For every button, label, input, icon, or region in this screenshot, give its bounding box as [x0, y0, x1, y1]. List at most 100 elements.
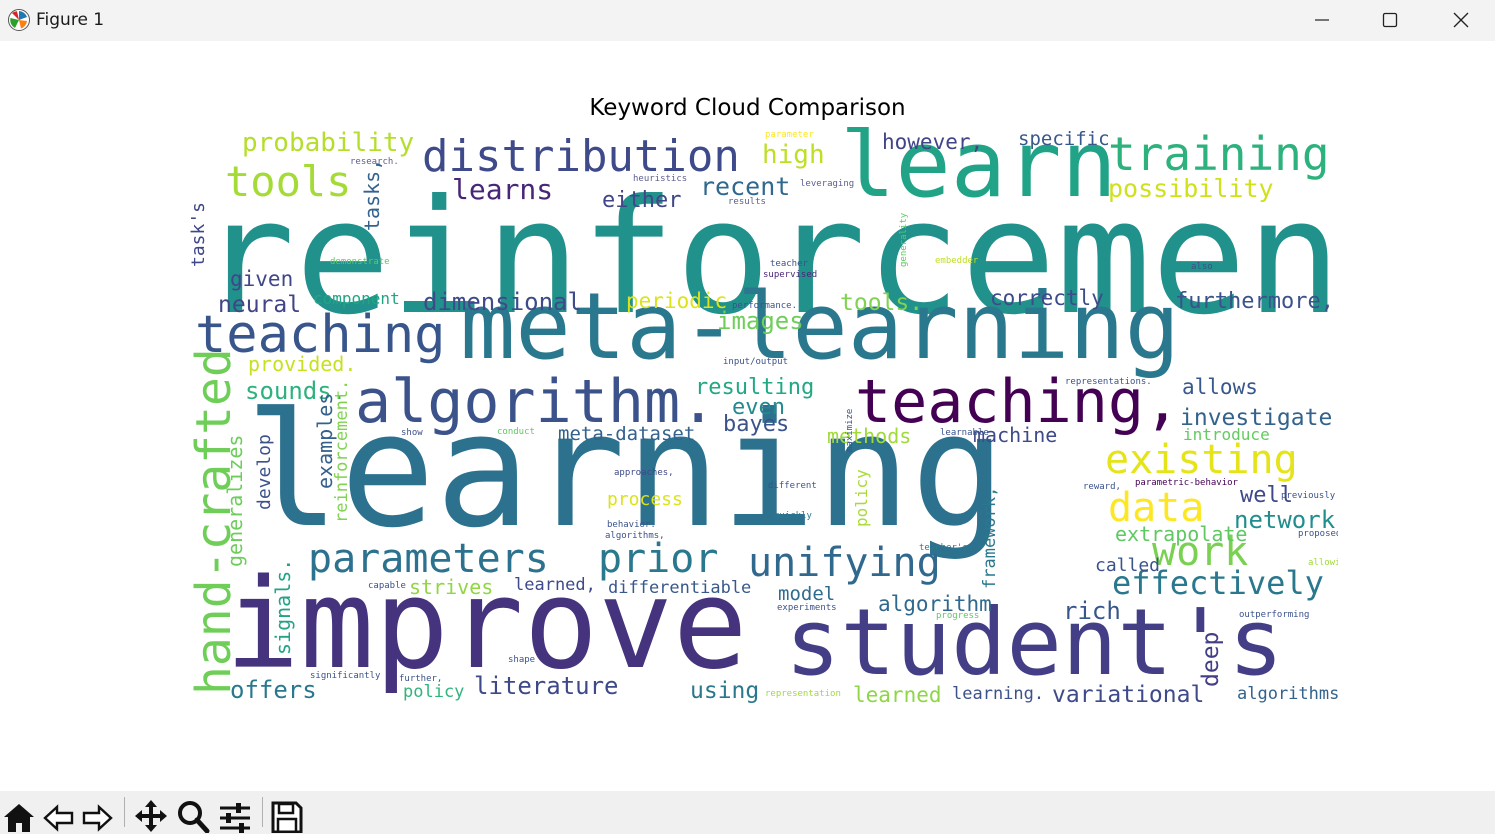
- word-cloud-word: offers: [230, 676, 317, 704]
- word-cloud-word: representation: [765, 689, 841, 699]
- word-cloud-word: progress: [936, 611, 980, 621]
- word-cloud-word: dimensional: [423, 288, 582, 316]
- forward-button[interactable]: [80, 799, 116, 834]
- word-cloud-word: demonstrate: [330, 257, 390, 267]
- word-cloud-word: parameter: [765, 130, 814, 140]
- word-cloud-word: signals.: [271, 558, 295, 655]
- word-cloud-word: teacher's: [919, 543, 968, 553]
- matplotlib-app-icon: [8, 9, 30, 31]
- word-cloud-word: algorithms: [1237, 684, 1338, 704]
- word-cloud-word: learns: [452, 173, 554, 206]
- word-cloud-word: literature: [474, 672, 619, 700]
- pan-button[interactable]: [134, 799, 170, 834]
- word-cloud-word: high: [762, 140, 825, 170]
- chart-title: Keyword Cloud Comparison: [589, 95, 906, 121]
- toolbar-separator: [124, 797, 125, 827]
- forward-icon: [82, 804, 113, 832]
- word-cloud-word: experiments: [777, 603, 837, 613]
- word-cloud-word: framework,: [980, 486, 1000, 589]
- word-cloud-word: develop: [254, 434, 275, 510]
- word-cloud-word: learned: [853, 683, 942, 706]
- configure-subplots-button[interactable]: [218, 799, 254, 834]
- word-cloud-word: introduce: [1183, 425, 1270, 444]
- word-cloud-word: however,: [882, 130, 984, 154]
- word-cloud-word: possibility: [1108, 174, 1274, 203]
- word-cloud-word: furthermore,: [1175, 289, 1334, 314]
- word-cloud-word: research.: [350, 157, 399, 167]
- word-cloud-word: policy: [403, 682, 465, 702]
- word-cloud-word: provided.: [248, 352, 357, 376]
- word-cloud-word: shape: [508, 655, 536, 665]
- word-cloud-word: component: [313, 289, 400, 308]
- word-cloud-word: reward,: [1083, 482, 1121, 492]
- word-cloud-word: results: [728, 197, 766, 207]
- word-cloud-word: deep: [1198, 631, 1224, 687]
- word-cloud-word: behavior.: [607, 520, 656, 530]
- word-cloud-word: input/output: [723, 357, 789, 367]
- word-cloud-word: periodic: [626, 289, 728, 313]
- word-cloud-word: show: [401, 428, 423, 438]
- zoom-button[interactable]: [176, 799, 212, 834]
- word-cloud-word: capable: [368, 581, 406, 591]
- word-cloud-word: generalizes: [223, 434, 247, 567]
- word-cloud-word: supervised: [763, 270, 818, 280]
- word-cloud-word: approaches,: [614, 468, 674, 478]
- word-cloud-word: extrapolate: [1115, 522, 1248, 546]
- word-cloud-word: parametric-behavior: [1135, 478, 1238, 488]
- save-button[interactable]: [270, 799, 306, 834]
- back-button[interactable]: [42, 799, 78, 834]
- word-cloud-word: model: [778, 583, 836, 605]
- word-cloud-word: tools.: [840, 290, 924, 316]
- word-cloud-word: either: [602, 188, 682, 213]
- word-cloud-word: reinforcement.: [332, 379, 352, 523]
- word-cloud-word: performance.: [732, 301, 798, 311]
- word-cloud-word: previously: [1281, 491, 1336, 501]
- word-cloud-word: given: [230, 267, 294, 291]
- configure-subplots-icon: [220, 803, 250, 833]
- word-cloud: reinforcement learning improve meta-learnin…: [190, 127, 1338, 705]
- word-cloud-word: meta-dataset: [558, 423, 696, 445]
- save-icon: [271, 801, 303, 833]
- word-cloud-word: learning.: [952, 684, 1045, 704]
- word-cloud-word: called: [1095, 555, 1161, 576]
- word-cloud-word: task's: [190, 201, 209, 267]
- minimize-button[interactable]: [1287, 0, 1357, 41]
- word-cloud-word: training: [1108, 127, 1330, 181]
- word-cloud-word: also: [1191, 262, 1213, 272]
- zoom-icon: [178, 801, 210, 833]
- word-cloud-word: images: [717, 307, 804, 335]
- home-button[interactable]: [2, 799, 38, 834]
- word-cloud-word: different: [768, 481, 817, 491]
- word-cloud-word: further,: [399, 674, 443, 684]
- word-cloud-word: teacher: [770, 259, 808, 269]
- window-titlebar: Figure 1: [0, 0, 1495, 41]
- word-cloud-word: recent: [700, 172, 791, 201]
- navigation-toolbar: [0, 791, 1495, 834]
- word-cloud-word: leveraging: [800, 179, 855, 189]
- word-cloud-word: existing: [1105, 437, 1298, 483]
- minimize-icon: [1315, 19, 1329, 21]
- word-cloud-word: probability: [242, 128, 415, 158]
- word-cloud-word: strives: [409, 575, 494, 599]
- close-button[interactable]: [1426, 0, 1495, 41]
- word-cloud-word: learned,: [514, 575, 596, 595]
- word-cloud-word: maximize: [845, 408, 855, 452]
- word-cloud-word: variational: [1052, 682, 1205, 706]
- word-cloud-word: learnable: [940, 428, 989, 438]
- word-cloud-word: allowing: [1308, 558, 1338, 568]
- word-cloud-word: policy: [852, 469, 871, 527]
- word-cloud-word: rich: [1063, 597, 1121, 625]
- word-cloud-word: significantly: [310, 671, 381, 681]
- maximize-button[interactable]: [1355, 0, 1425, 41]
- word-cloud-word: neural: [218, 292, 302, 318]
- maximize-icon: [1382, 12, 1398, 28]
- close-icon: [1453, 12, 1469, 28]
- word-cloud-word: quickly: [774, 511, 812, 521]
- word-cloud-word: process: [607, 489, 683, 510]
- word-cloud-word: correctly: [990, 286, 1104, 310]
- word-cloud-word: algorithms,: [605, 531, 665, 541]
- word-cloud-word: proposed: [1298, 529, 1338, 539]
- word-cloud-word: representations.: [1065, 377, 1152, 387]
- word-cloud-word: parameters: [308, 536, 549, 582]
- word-cloud-word: embedder: [935, 256, 979, 266]
